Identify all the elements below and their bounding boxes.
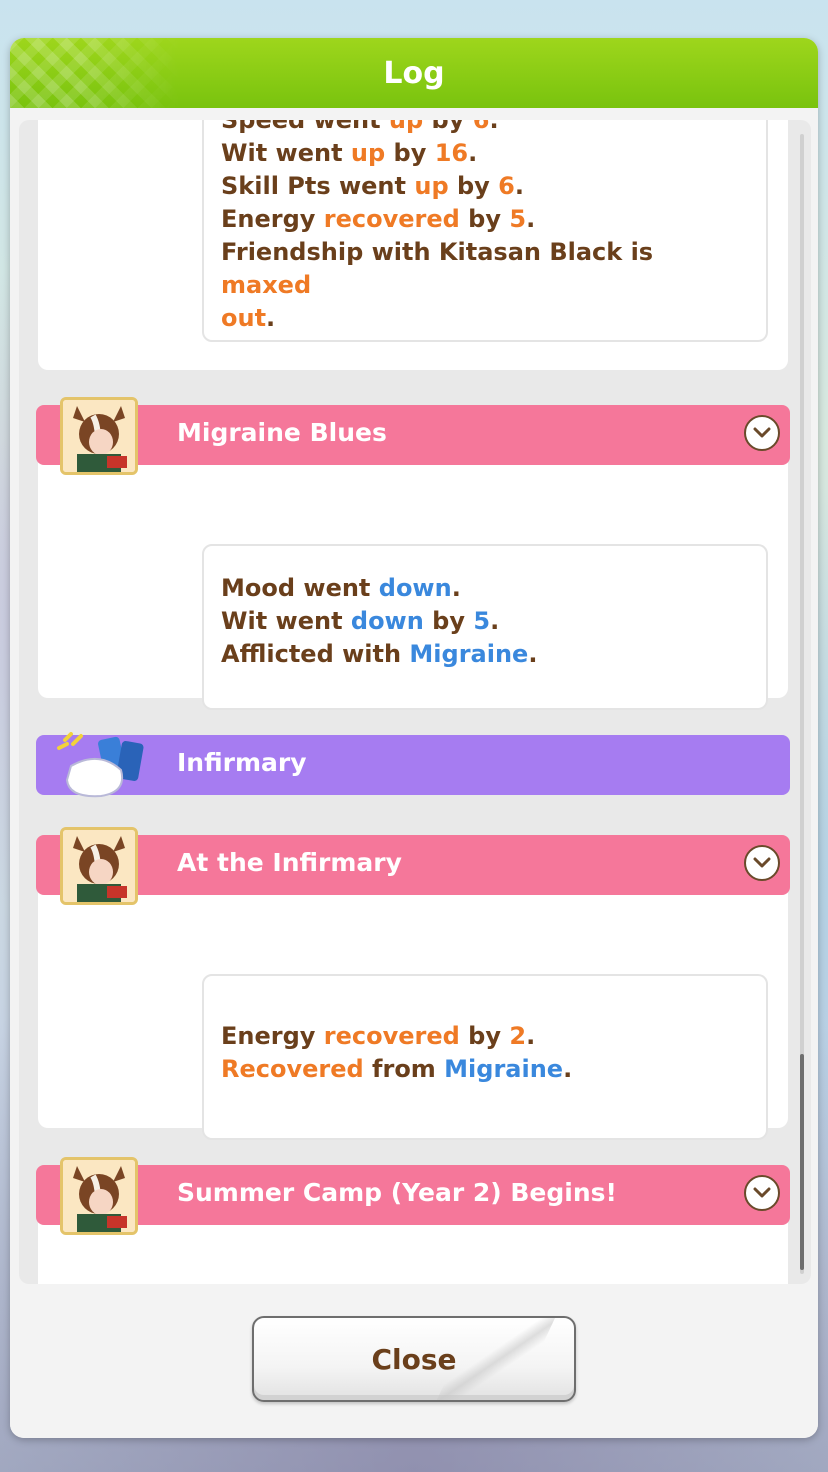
result-text: Speed went [221, 120, 389, 134]
event-title: Migraine Blues [177, 418, 387, 447]
character-portrait-icon [60, 1157, 138, 1235]
event-header-at-the-infirmary[interactable]: At the Infirmary [36, 835, 790, 895]
result-text: by [423, 607, 474, 635]
highlight-text: Migraine [444, 1055, 564, 1083]
result-text: Wit went [221, 139, 351, 167]
result-text: . [489, 120, 499, 134]
highlight-text: 5 [473, 607, 491, 635]
result-text: Skill Pts went [221, 172, 415, 200]
result-message-box: Speed went up by 6. Wit went up by 16. Ski… [202, 120, 768, 342]
chevron-down-icon[interactable] [744, 415, 780, 451]
result-message-box: Mood went down. Wit went down by 5. Afflic… [202, 544, 768, 710]
dialog-title-bar: Log [10, 38, 818, 108]
highlight-text: out [221, 304, 267, 332]
result-line: Wit went down by 5. [221, 605, 748, 638]
action-title: Infirmary [177, 748, 307, 777]
result-text: Wit went [221, 607, 351, 635]
highlight-text: up [350, 139, 386, 167]
result-line: Afflicted with Migraine. [221, 638, 748, 671]
result-text: Energy [221, 1022, 324, 1050]
highlight-text: Migraine [409, 640, 529, 668]
result-text: . [514, 172, 524, 200]
character-portrait-icon [60, 827, 138, 905]
result-lines: Energy recovered by 2. Recovered from Mig… [204, 976, 766, 1086]
result-line: Speed went up by 6. [221, 120, 748, 137]
chevron-down-icon[interactable] [744, 845, 780, 881]
highlight-text: 6 [472, 120, 490, 134]
highlight-text: recovered [323, 1022, 460, 1050]
result-line: Recovered from Migraine. [221, 1053, 748, 1086]
result-text: Friendship with Kitasan Black is [221, 238, 654, 266]
result-text: . [563, 1055, 573, 1083]
result-text: . [526, 1022, 536, 1050]
event-title: At the Infirmary [177, 848, 402, 877]
result-lines: Speed went up by 6. Wit went up by 16. Ski… [204, 120, 766, 335]
dialog-title: Log [383, 55, 445, 91]
scrollbar-thumb[interactable] [800, 1054, 804, 1270]
result-text: . [266, 304, 276, 332]
result-text: . [468, 139, 478, 167]
result-text: by [385, 139, 435, 167]
highlight-text: 16 [434, 139, 469, 167]
result-message-box: Energy recovered by 2. Recovered from Mig… [202, 974, 768, 1140]
infirmary-pillow-and-drinks-icon [55, 732, 155, 802]
highlight-text: maxed [221, 271, 312, 299]
result-text: . [526, 205, 536, 233]
result-text: by [459, 1022, 510, 1050]
result-line: Energy recovered by 5. [221, 203, 748, 236]
highlight-text: up [388, 120, 424, 134]
result-text: by [459, 205, 510, 233]
result-text: Mood went [221, 574, 379, 602]
result-text: Afflicted with [221, 640, 410, 668]
result-lines: Mood went down. Wit went down by 5. Afflic… [204, 546, 766, 671]
close-button[interactable]: Close [252, 1316, 576, 1402]
highlight-text: 5 [509, 205, 527, 233]
highlight-text: 2 [509, 1022, 527, 1050]
result-line: Wit went up by 16. [221, 137, 748, 170]
result-line: Skill Pts went up by 6. [221, 170, 748, 203]
event-header-migraine-blues[interactable]: Migraine Blues [36, 405, 790, 465]
result-line: Energy recovered by 2. [221, 1020, 748, 1053]
result-line: Friendship with Kitasan Black is maxed [221, 236, 748, 302]
close-button-label: Close [371, 1342, 457, 1376]
result-text: by [448, 172, 499, 200]
character-portrait-icon [60, 397, 138, 475]
log-entry-card: Speed went up by 6. Wit went up by 16. Ski… [38, 120, 788, 370]
event-title: Summer Camp (Year 2) Begins! [177, 1178, 617, 1207]
highlight-text: recovered [323, 205, 460, 233]
result-text: from [363, 1055, 445, 1083]
result-text: . [528, 640, 538, 668]
highlight-text: Recovered [221, 1055, 364, 1083]
highlight-text: up [414, 172, 449, 200]
log-dialog: Log Speed went up by 6. Wit went up by 16… [10, 38, 818, 1438]
result-text: by [423, 120, 473, 134]
highlight-text: down [378, 574, 452, 602]
highlight-text: down [350, 607, 424, 635]
highlight-text: 6 [498, 172, 515, 200]
result-text: . [490, 607, 500, 635]
result-text: . [451, 574, 461, 602]
result-line: out. [221, 302, 748, 335]
event-header-summer-camp[interactable]: Summer Camp (Year 2) Begins! [36, 1165, 790, 1225]
result-text: Energy [221, 205, 324, 233]
log-scroll-area[interactable]: Speed went up by 6. Wit went up by 16. Ski… [19, 120, 811, 1284]
result-line: Mood went down. [221, 572, 748, 605]
chevron-down-icon[interactable] [744, 1175, 780, 1211]
